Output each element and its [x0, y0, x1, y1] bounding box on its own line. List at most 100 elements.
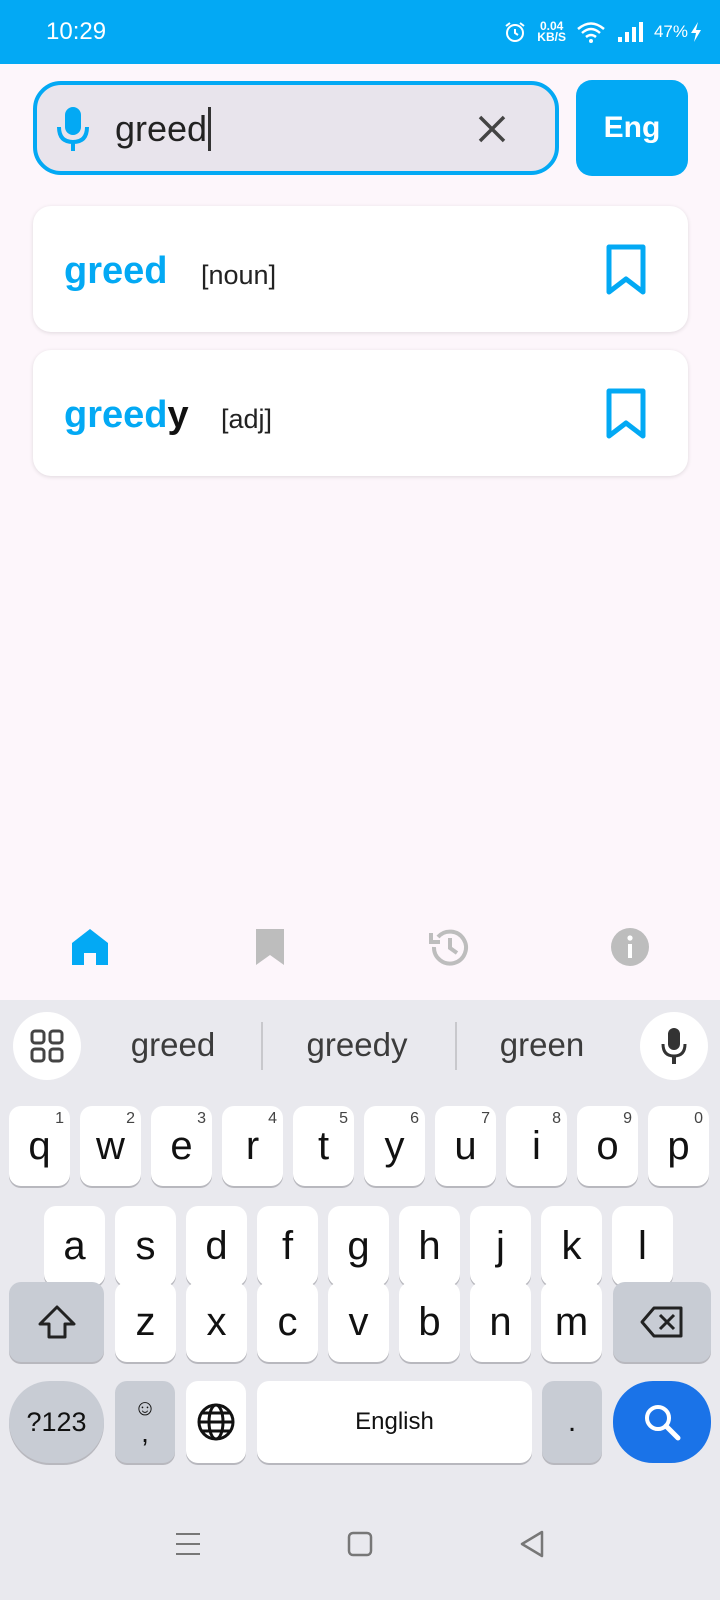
backspace-icon — [640, 1306, 683, 1338]
key-number-hint: 8 — [552, 1110, 561, 1127]
key-number-hint: 1 — [55, 1110, 64, 1127]
mic-icon[interactable] — [55, 105, 91, 153]
shift-key[interactable] — [9, 1282, 104, 1362]
key-k[interactable]: k — [541, 1206, 602, 1286]
key-t[interactable]: t5 — [293, 1106, 354, 1186]
result-part-of-speech: [adj] — [221, 404, 273, 434]
history-icon[interactable] — [428, 925, 472, 969]
network-speed: 0.04 KB/S — [537, 20, 566, 44]
back-icon[interactable] — [514, 1526, 550, 1562]
close-icon[interactable] — [472, 109, 512, 149]
system-navigation-bar — [0, 1490, 720, 1600]
key-r[interactable]: r4 — [222, 1106, 283, 1186]
battery-percent: 47% — [653, 22, 688, 41]
key-d[interactable]: d — [186, 1206, 247, 1286]
bookmarks-tab-icon[interactable] — [248, 925, 292, 969]
signal-icon — [617, 22, 643, 42]
bookmark-icon[interactable] — [603, 388, 649, 440]
network-speed-unit: KB/S — [537, 30, 566, 44]
suggestion-strip: greed greedy green — [0, 1000, 720, 1092]
key-label: w — [96, 1123, 125, 1168]
alarm-icon — [505, 22, 525, 42]
period-key[interactable]: . — [542, 1381, 602, 1463]
backspace-key[interactable] — [613, 1282, 711, 1362]
info-icon[interactable] — [608, 925, 652, 969]
key-label: y — [384, 1123, 405, 1168]
key-number-hint: 6 — [410, 1110, 419, 1127]
mic-icon — [661, 1028, 687, 1064]
key-g[interactable]: g — [328, 1206, 389, 1286]
result-item[interactable]: greedy [adj] — [33, 350, 688, 476]
comma-label: , — [141, 1417, 149, 1448]
key-x[interactable]: x — [186, 1282, 247, 1362]
suggestion-divider — [261, 1022, 263, 1070]
key-number-hint: 0 — [694, 1110, 703, 1127]
result-word-match: greed — [64, 250, 168, 292]
key-j[interactable]: j — [470, 1206, 531, 1286]
key-m[interactable]: m — [541, 1282, 602, 1362]
key-number-hint: 7 — [481, 1110, 490, 1127]
wifi-icon — [577, 22, 605, 43]
suggestion-item[interactable]: greedy — [272, 1026, 442, 1064]
key-l[interactable]: l — [612, 1206, 673, 1286]
key-o[interactable]: o9 — [577, 1106, 638, 1186]
language-switch-key[interactable] — [186, 1381, 246, 1463]
key-label: p — [667, 1123, 690, 1168]
status-icons: 0.04 KB/S 47% — [503, 16, 702, 48]
globe-icon — [197, 1403, 235, 1441]
key-c[interactable]: c — [257, 1282, 318, 1362]
result-word-match: greed — [64, 394, 168, 436]
symbols-key[interactable]: ?123 — [9, 1381, 104, 1463]
key-i[interactable]: i8 — [506, 1106, 567, 1186]
home-button-icon[interactable] — [342, 1526, 378, 1562]
key-z[interactable]: z — [115, 1282, 176, 1362]
key-number-hint: 9 — [623, 1110, 632, 1127]
key-v[interactable]: v — [328, 1282, 389, 1362]
suggestion-item[interactable]: green — [457, 1026, 627, 1064]
key-n[interactable]: n — [470, 1282, 531, 1362]
keyboard-apps-button[interactable] — [13, 1012, 81, 1080]
home-icon[interactable] — [68, 925, 112, 969]
result-word: greedy — [64, 394, 189, 437]
search-input[interactable]: greed — [33, 81, 559, 175]
suggestion-item[interactable]: greed — [88, 1026, 258, 1064]
language-button[interactable]: Eng — [576, 80, 688, 176]
key-q[interactable]: q1 — [9, 1106, 70, 1186]
search-query: greed — [115, 107, 212, 151]
key-label: u — [454, 1123, 477, 1168]
search-icon — [645, 1405, 681, 1441]
key-h[interactable]: h — [399, 1206, 460, 1286]
menu-icon[interactable] — [170, 1526, 206, 1562]
grid-icon — [30, 1029, 64, 1063]
key-u[interactable]: u7 — [435, 1106, 496, 1186]
result-item[interactable]: greed [noun] — [33, 206, 688, 332]
bottom-navigation — [0, 905, 720, 985]
key-e[interactable]: e3 — [151, 1106, 212, 1186]
space-key[interactable]: English — [257, 1381, 532, 1463]
bookmark-icon[interactable] — [603, 244, 649, 296]
key-p[interactable]: p0 — [648, 1106, 709, 1186]
key-number-hint: 3 — [197, 1110, 206, 1127]
key-label: o — [596, 1123, 619, 1168]
emoji-comma-key[interactable]: ☺ , — [115, 1381, 175, 1463]
search-query-text: greed — [115, 108, 208, 149]
key-a[interactable]: a — [44, 1206, 105, 1286]
key-s[interactable]: s — [115, 1206, 176, 1286]
key-y[interactable]: y6 — [364, 1106, 425, 1186]
key-label: e — [170, 1123, 193, 1168]
battery-indicator: 47% — [654, 22, 702, 42]
search-key[interactable] — [613, 1381, 711, 1463]
key-number-hint: 4 — [268, 1110, 277, 1127]
key-f[interactable]: f — [257, 1206, 318, 1286]
key-number-hint: 2 — [126, 1110, 135, 1127]
emoji-icon: ☺ — [133, 1395, 157, 1420]
shift-icon — [38, 1305, 75, 1339]
status-time: 10:29 — [46, 18, 107, 45]
key-number-hint: 5 — [339, 1110, 348, 1127]
key-b[interactable]: b — [399, 1282, 460, 1362]
key-w[interactable]: w2 — [80, 1106, 141, 1186]
charging-icon — [691, 22, 701, 42]
status-bar: 10:29 0.04 KB/S 47% — [0, 0, 720, 64]
voice-input-button[interactable] — [640, 1012, 708, 1080]
key-label: r — [245, 1123, 260, 1168]
